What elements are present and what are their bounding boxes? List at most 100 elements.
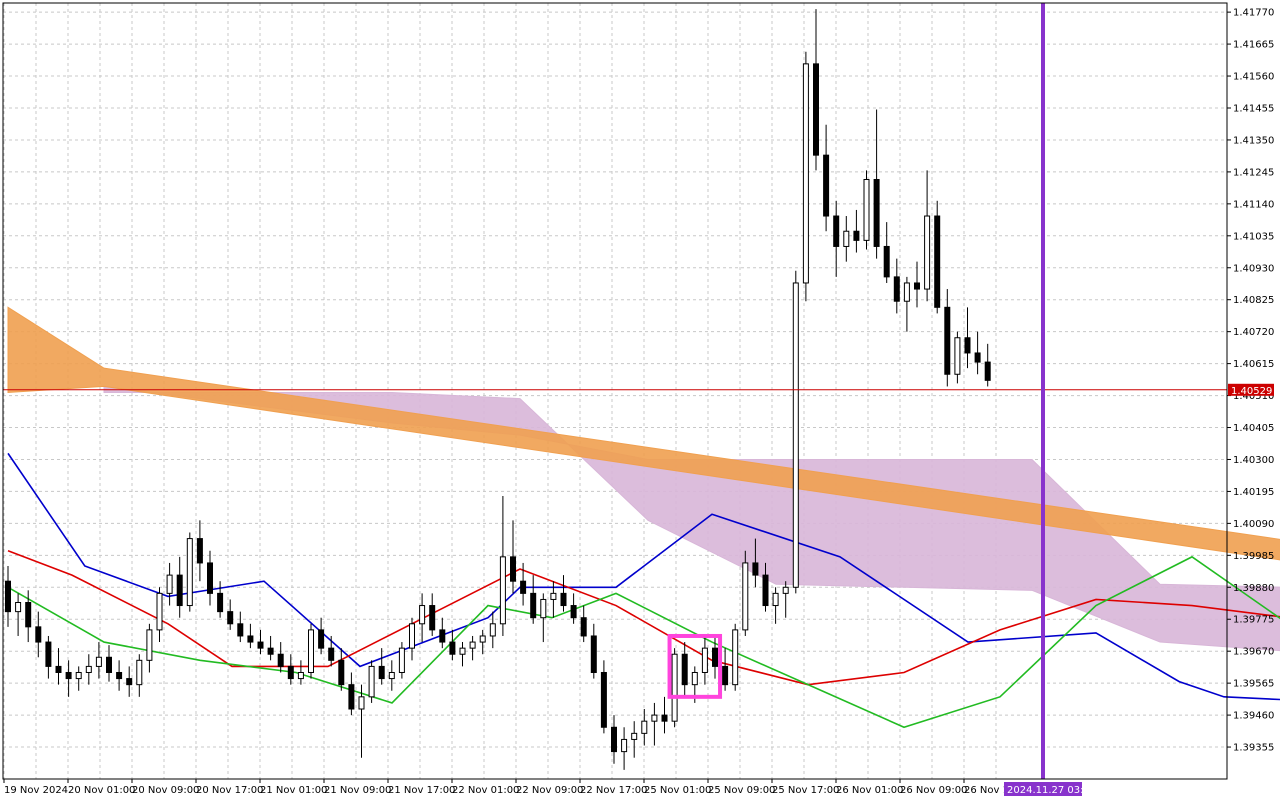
- candle: [863, 179, 870, 241]
- candle: [85, 665, 92, 673]
- candle: [186, 538, 193, 607]
- candle: [611, 726, 617, 753]
- candle: [217, 592, 224, 613]
- candle: [75, 671, 82, 680]
- x-tick-label: 21 Nov 09:00: [324, 785, 391, 796]
- candle: [621, 738, 628, 753]
- y-tick-label: 1.40195: [1233, 487, 1274, 498]
- current-price-label: 1.40529: [1231, 386, 1272, 397]
- candle: [924, 215, 931, 290]
- candle: [691, 671, 698, 686]
- candle: [439, 629, 446, 643]
- candle: [974, 352, 981, 363]
- candle: [560, 592, 567, 607]
- candle: [712, 647, 718, 667]
- candle: [368, 665, 375, 698]
- candle: [55, 665, 62, 673]
- y-tick-label: 1.40405: [1233, 423, 1274, 434]
- y-tick-label: 1.39670: [1233, 647, 1274, 658]
- y-tick-label: 1.40300: [1233, 455, 1274, 466]
- candle: [641, 720, 648, 734]
- candle: [853, 230, 860, 241]
- candle: [530, 592, 537, 619]
- candle: [196, 538, 203, 564]
- candle: [903, 282, 910, 302]
- candle: [782, 586, 789, 594]
- candle: [479, 635, 486, 643]
- candle: [176, 574, 183, 607]
- candle: [318, 629, 325, 649]
- candle: [469, 641, 476, 649]
- y-tick-label: 1.41455: [1233, 103, 1274, 114]
- candle: [964, 337, 971, 354]
- candle: [388, 671, 395, 680]
- candle: [95, 656, 102, 667]
- x-tick-label: 22 Nov 09:00: [516, 785, 583, 796]
- y-tick-label: 1.39985: [1233, 551, 1274, 562]
- y-tick-label: 1.41245: [1233, 167, 1274, 178]
- cursor-date-label: 2024.11.27 03:00: [1007, 785, 1096, 796]
- candle: [590, 635, 597, 673]
- candle: [489, 623, 496, 637]
- candle: [15, 601, 22, 613]
- x-tick-label: 25 Nov 17:00: [772, 785, 839, 796]
- candle: [520, 580, 527, 594]
- candle: [45, 641, 52, 667]
- candle: [843, 230, 850, 247]
- candle: [600, 671, 607, 728]
- y-tick-label: 1.40825: [1233, 295, 1274, 306]
- candle: [378, 665, 385, 680]
- y-tick-label: 1.39355: [1233, 743, 1274, 754]
- x-tick-label: 25 Nov 01:00: [644, 785, 711, 796]
- candle: [499, 556, 506, 625]
- candle: [409, 623, 415, 649]
- chart-background: [0, 0, 1280, 800]
- candle: [752, 562, 759, 576]
- x-tick-label: 20 Nov 01:00: [68, 785, 135, 796]
- candle: [742, 562, 749, 631]
- candle: [287, 665, 294, 680]
- y-tick-label: 1.41560: [1233, 72, 1274, 83]
- candle: [65, 671, 72, 680]
- y-tick-label: 1.39880: [1233, 583, 1274, 594]
- x-tick-label: 20 Nov 17:00: [196, 785, 263, 796]
- x-tick-label: 20 Nov 09:00: [132, 785, 199, 796]
- candle: [338, 659, 345, 686]
- y-tick-label: 1.39460: [1233, 711, 1274, 722]
- candle: [802, 63, 809, 284]
- candle: [25, 601, 32, 628]
- candle: [893, 276, 900, 302]
- candle: [126, 678, 133, 686]
- x-tick-label: 19 Nov 2024: [4, 785, 68, 796]
- x-tick-label: 21 Nov 01:00: [260, 785, 327, 796]
- y-tick-label: 1.41665: [1233, 40, 1274, 51]
- candlestick-chart[interactable]: 1.41770 1.41665 1.41560 1.41455 1.41350 1.412…: [0, 0, 1280, 800]
- candle: [984, 361, 991, 381]
- candle: [540, 598, 547, 619]
- candle: [146, 629, 153, 661]
- candle: [227, 611, 234, 625]
- candle: [883, 245, 890, 278]
- candle: [914, 282, 920, 290]
- x-tick-label: 26 Nov 09:00: [900, 785, 967, 796]
- candle: [156, 592, 163, 631]
- candle: [934, 215, 941, 308]
- candle: [348, 684, 355, 710]
- candle: [772, 592, 779, 607]
- candle: [550, 592, 557, 600]
- candle: [813, 63, 819, 156]
- y-tick-label: 1.40930: [1233, 263, 1274, 274]
- candle: [237, 623, 244, 637]
- candle: [873, 179, 880, 247]
- candle: [328, 647, 335, 661]
- candle: [419, 605, 426, 625]
- candle: [570, 605, 577, 619]
- y-tick-label: 1.41770: [1233, 8, 1274, 19]
- candle: [701, 647, 708, 673]
- candle: [833, 215, 840, 247]
- candle: [681, 653, 688, 686]
- candle: [257, 641, 264, 649]
- candle: [136, 659, 143, 686]
- candle: [510, 556, 516, 582]
- y-tick-label: 1.39775: [1233, 615, 1274, 626]
